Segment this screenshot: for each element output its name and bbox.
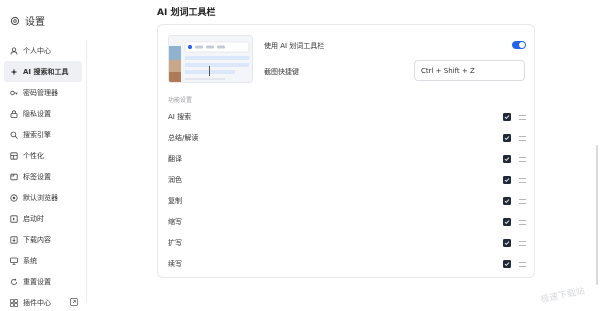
tab-icon — [10, 173, 18, 181]
feature-checkbox[interactable] — [503, 197, 511, 205]
lock-icon — [10, 109, 18, 118]
feature-row-ai-search: AI 搜索 — [168, 107, 526, 127]
feature-row-polish: 润色 — [168, 170, 526, 190]
feature-label: 润色 — [168, 176, 182, 184]
globe-icon — [10, 193, 18, 202]
sidebar-item-plugins[interactable]: 插件中心 — [4, 292, 82, 311]
drag-handle-icon[interactable] — [519, 156, 526, 162]
sidebar-item-label: 插件中心 — [23, 298, 51, 307]
feature-row-continue: 续写 — [168, 254, 526, 274]
app-title-text: 设置 — [25, 17, 45, 28]
sidebar-item-tab-settings[interactable]: 标签设置 — [4, 166, 82, 187]
drag-handle-icon[interactable] — [519, 135, 526, 141]
monitor-icon — [10, 257, 18, 265]
sidebar-item-startup[interactable]: 启动时 — [4, 208, 82, 229]
drag-handle-icon[interactable] — [519, 261, 526, 267]
gear-icon — [10, 16, 20, 26]
sidebar-item-label: 默认浏览器 — [23, 193, 58, 202]
sidebar-item-privacy[interactable]: 隐私设置 — [4, 103, 82, 124]
sidebar-item-label: 密码管理器 — [23, 88, 58, 97]
feature-row-summary: 总结/解读 — [168, 128, 526, 148]
drag-handle-icon[interactable] — [519, 219, 526, 225]
toolbar-preview-image — [168, 35, 253, 83]
reset-icon — [10, 278, 18, 286]
sidebar-item-ai-tools[interactable]: AI 搜索和工具 — [4, 61, 82, 82]
sidebar-item-label: 搜索引擎 — [23, 130, 51, 139]
enable-toolbar-label: 使用 AI 划词工具栏 — [264, 42, 325, 50]
feature-label: 翻译 — [168, 155, 182, 163]
drag-handle-icon[interactable] — [519, 177, 526, 183]
drag-handle-icon[interactable] — [519, 114, 526, 120]
page-title: AI 划词工具栏 — [157, 8, 216, 18]
shortcut-label: 截图快捷键 — [264, 68, 299, 76]
sidebar-item-password-manager[interactable]: 密码管理器 — [4, 82, 82, 103]
sidebar-item-label: 个性化 — [23, 151, 44, 160]
palette-icon — [10, 151, 18, 160]
sidebar-item-label: 重置设置 — [23, 277, 51, 286]
drag-handle-icon[interactable] — [519, 240, 526, 246]
download-icon — [10, 235, 18, 244]
key-icon — [10, 89, 18, 97]
sidebar-item-search-engine[interactable]: 搜索引擎 — [4, 124, 82, 145]
search-icon — [10, 131, 18, 139]
sidebar-item-downloads[interactable]: 下载内容 — [4, 229, 82, 250]
sidebar-item-label: 个人中心 — [23, 46, 51, 55]
shortcut-input[interactable]: Ctrl + Shift + Z — [414, 60, 525, 81]
user-icon — [10, 46, 18, 55]
sidebar-nav: 个人中心 AI 搜索和工具 密码管理器 隐私设置 搜索引擎 个性化 标签设置 默… — [4, 40, 82, 311]
watermark: 极速下载站 — [539, 286, 586, 306]
feature-label: AI 搜索 — [168, 113, 192, 121]
grid-icon — [10, 298, 18, 307]
settings-card: 使用 AI 划词工具栏 截图快捷键 Ctrl + Shift + Z 功能设置 … — [157, 24, 535, 278]
feature-checkbox[interactable] — [503, 113, 511, 121]
feature-row-expand: 扩写 — [168, 233, 526, 253]
sidebar-divider — [86, 40, 87, 302]
sidebar-item-label: 标签设置 — [23, 172, 51, 181]
sidebar-item-personalize[interactable]: 个性化 — [4, 145, 82, 166]
sidebar: 设置 个人中心 AI 搜索和工具 密码管理器 隐私设置 搜索引擎 个性化 标签设… — [0, 0, 90, 311]
sidebar-item-label: 启动时 — [23, 214, 44, 223]
feature-checkbox[interactable] — [503, 134, 511, 142]
sidebar-item-profile[interactable]: 个人中心 — [4, 40, 82, 61]
sidebar-item-label: 系统 — [23, 256, 37, 265]
section-label: 功能设置 — [168, 97, 193, 104]
feature-checkbox[interactable] — [503, 239, 511, 247]
drag-handle-icon[interactable] — [519, 198, 526, 204]
feature-checkbox[interactable] — [503, 155, 511, 163]
feature-row-copy: 复制 — [168, 191, 526, 211]
feature-row-abbreviate: 缩写 — [168, 212, 526, 232]
page-scrollbar[interactable] — [596, 145, 598, 285]
enable-toolbar-toggle[interactable] — [512, 41, 526, 49]
power-icon — [10, 214, 18, 223]
feature-label: 续写 — [168, 260, 182, 268]
sidebar-item-label: 下载内容 — [23, 235, 51, 244]
sidebar-item-reset[interactable]: 重置设置 — [4, 271, 82, 292]
app-title: 设置 — [10, 13, 45, 28]
sparkle-icon — [10, 68, 18, 76]
sidebar-item-system[interactable]: 系统 — [4, 250, 82, 271]
feature-checkbox[interactable] — [503, 260, 511, 268]
feature-label: 缩写 — [168, 218, 182, 226]
feature-row-translate: 翻译 — [168, 149, 526, 169]
sidebar-item-label: 隐私设置 — [23, 109, 51, 118]
feature-checkbox[interactable] — [503, 218, 511, 226]
sidebar-item-default-browser[interactable]: 默认浏览器 — [4, 187, 82, 208]
feature-label: 复制 — [168, 197, 182, 205]
sidebar-item-label: AI 搜索和工具 — [23, 67, 69, 76]
external-link-icon[interactable] — [70, 298, 78, 306]
feature-label: 扩写 — [168, 239, 182, 247]
feature-label: 总结/解读 — [168, 134, 199, 142]
feature-checkbox[interactable] — [503, 176, 511, 184]
